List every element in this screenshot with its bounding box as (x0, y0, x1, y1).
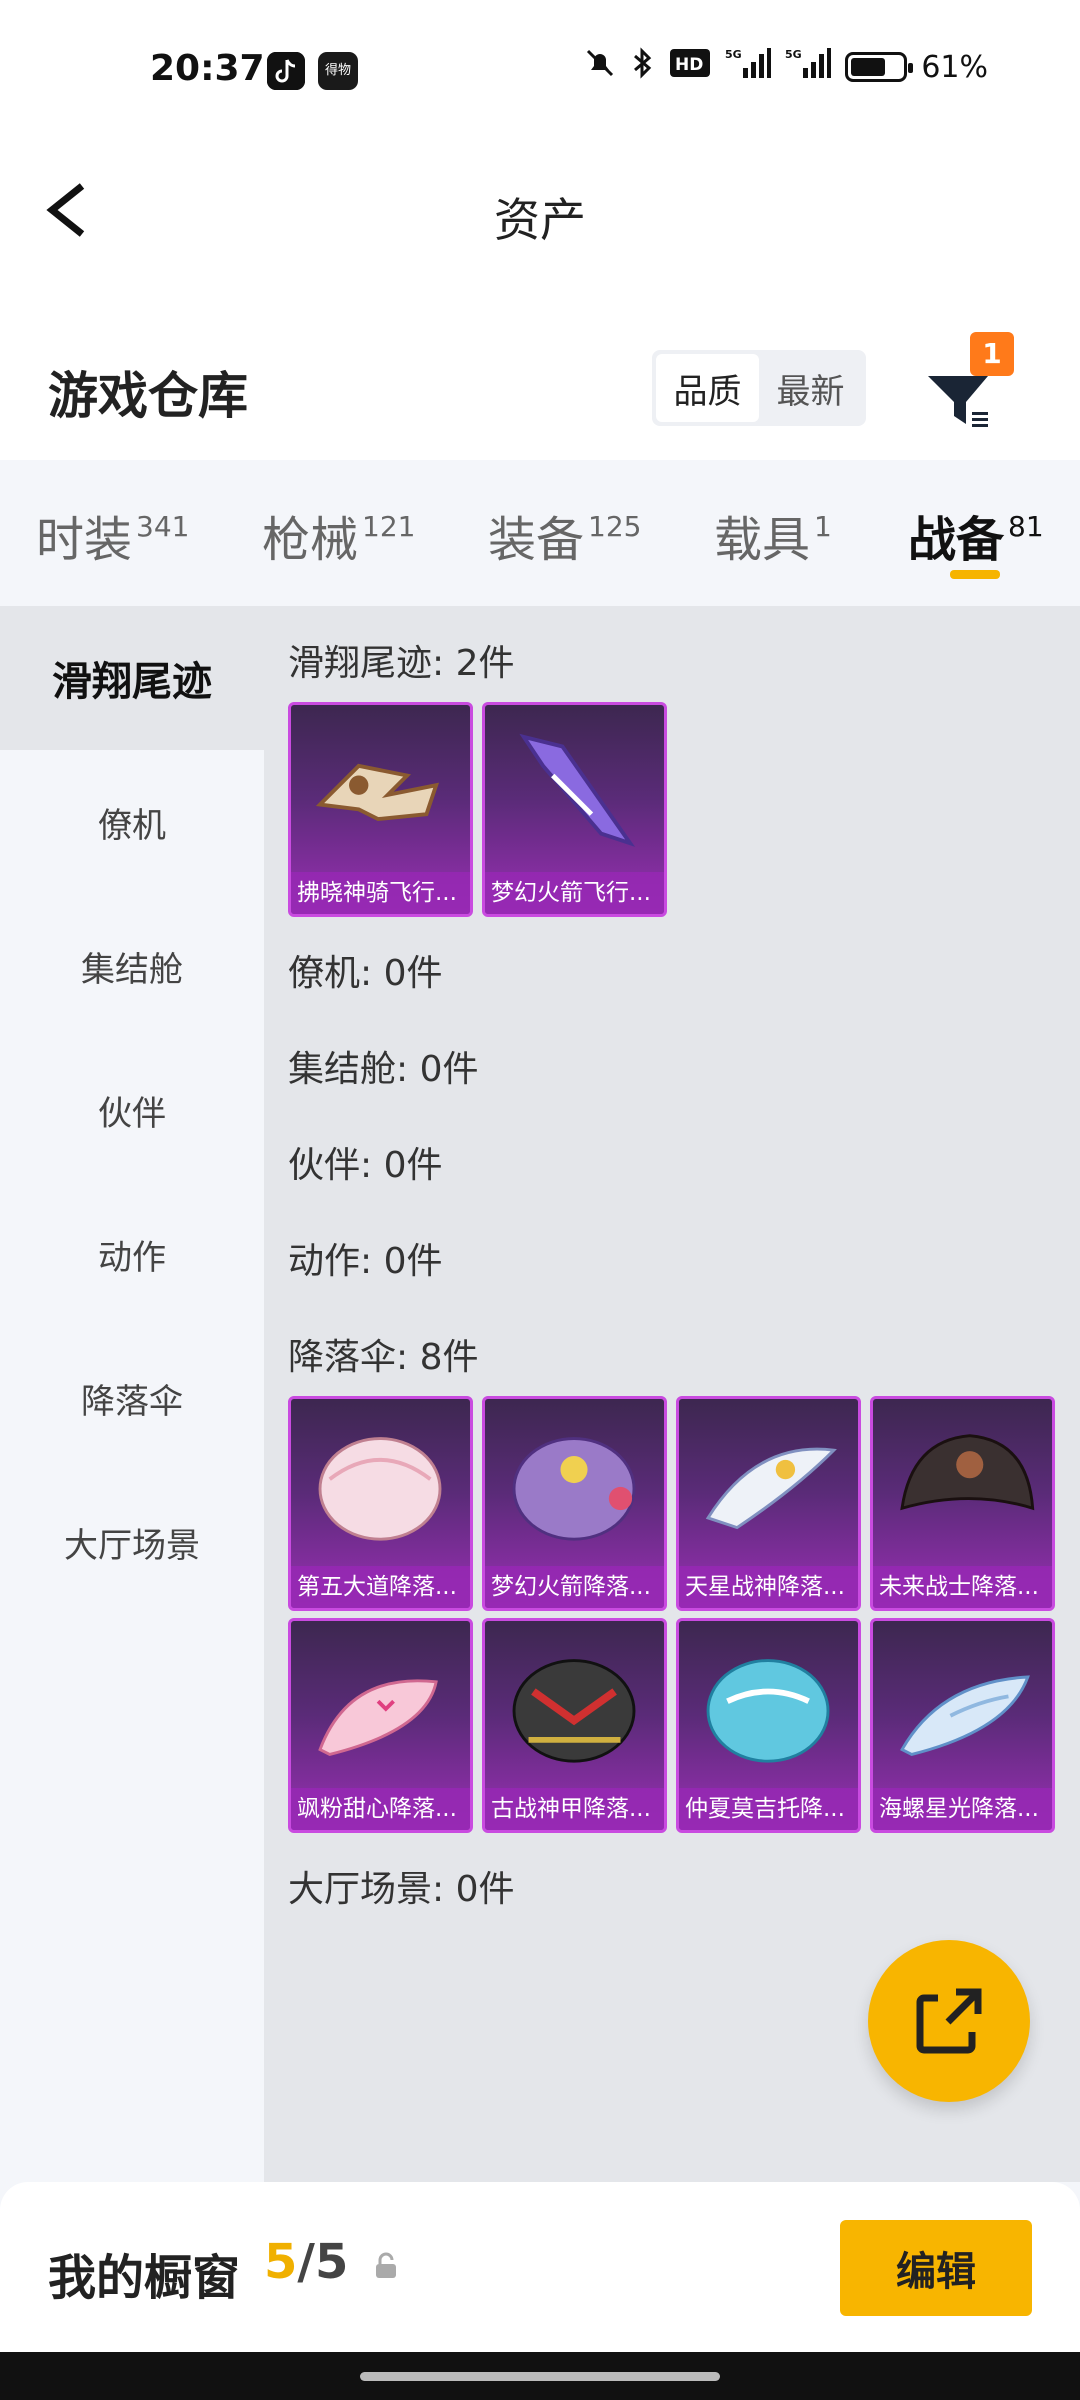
item-name: 海螺星光降落... (873, 1788, 1052, 1830)
section-title: 集结舱: 0件 (288, 1049, 479, 1090)
tab-count: 121 (362, 510, 416, 543)
warehouse-header: 游戏仓库 品质 最新 1 (0, 320, 1080, 460)
tab-label: 枪械 (262, 512, 359, 568)
item-card[interactable]: 梦幻火箭飞行... (482, 702, 667, 917)
item-name: 第五大道降落... (291, 1566, 470, 1608)
item-image (705, 1447, 837, 1530)
showcase-bar: 我的橱窗 5/5 编辑 (0, 2182, 1080, 2352)
page-title: 资产 (494, 193, 586, 247)
active-tab-indicator (950, 570, 1000, 579)
tab-count: 341 (136, 510, 190, 543)
item-card[interactable]: 飒粉甜心降落... (288, 1618, 473, 1833)
sort-newest-button[interactable]: 最新 (759, 354, 862, 422)
sidebar-item-pod[interactable]: 集结舱 (0, 894, 264, 1038)
item-card[interactable]: 拂晓神骑飞行... (288, 702, 473, 917)
header: 资产 (0, 140, 1080, 320)
showcase-separator: / (297, 2234, 315, 2290)
item-card[interactable]: 第五大道降落... (288, 1396, 473, 1611)
item-card[interactable]: 梦幻火箭降落... (482, 1396, 667, 1611)
category-tabs: 时装 341 枪械 121 装备 125 载具 1 战备 81 (0, 460, 1080, 606)
tab-label: 战备 (908, 512, 1005, 568)
item-card[interactable]: 仲夏莫吉托降... (676, 1618, 861, 1833)
section-title: 动作: 0件 (288, 1241, 443, 1282)
tiktok-icon (267, 52, 305, 90)
item-name: 古战神甲降落... (485, 1788, 664, 1830)
filter-count-badge: 1 (970, 332, 1014, 376)
item-image (512, 1437, 636, 1541)
tab-count: 1 (814, 510, 832, 543)
sidebar-item-parachute[interactable]: 降落伞 (0, 1326, 264, 1470)
item-name: 仲夏莫吉托降... (679, 1788, 858, 1830)
item-card[interactable]: 未来战士降落... (870, 1396, 1055, 1611)
lock-icon (372, 2252, 400, 2280)
warehouse-title: 游戏仓库 (48, 367, 248, 425)
5g-signal-icon: 5G (725, 46, 772, 88)
share-icon (916, 1988, 982, 2054)
hd-icon: HD (669, 48, 711, 86)
tab-label: 载具 (714, 512, 811, 568)
battery-percent: 61% (921, 49, 988, 85)
item-name: 拂晓神骑飞行... (291, 872, 470, 914)
item-name: 未来战士降落... (873, 1566, 1052, 1608)
tab-fashion[interactable]: 时装 341 (36, 500, 189, 570)
bluetooth-icon (631, 46, 655, 88)
item-name: 梦幻火箭降落... (485, 1566, 664, 1608)
5g-signal-icon: 5G (785, 46, 832, 88)
app-icon: 得物 (318, 52, 358, 90)
edit-button[interactable]: 编辑 (840, 2220, 1032, 2316)
tab-label: 装备 (488, 512, 585, 568)
sort-quality-button[interactable]: 品质 (656, 354, 759, 422)
tab-equipment[interactable]: 装备 125 (488, 500, 641, 570)
item-card[interactable]: 海螺星光降落... (870, 1618, 1055, 1833)
item-image (900, 1675, 1030, 1756)
showcase-count: 5/5 (264, 2234, 348, 2290)
tab-firearms[interactable]: 枪械 121 (262, 500, 415, 570)
tab-count: 81 (1008, 510, 1044, 543)
showcase-current: 5 (264, 2234, 298, 2290)
sidebar-item-action[interactable]: 动作 (0, 1182, 264, 1326)
item-image (318, 1437, 442, 1541)
item-image (512, 1659, 636, 1763)
navigation-gesture-area (0, 2352, 1080, 2400)
section-title: 僚机: 0件 (288, 953, 443, 994)
item-card[interactable]: 古战神甲降落... (482, 1618, 667, 1833)
item-name: 梦幻火箭飞行... (485, 872, 664, 914)
status-icons: HD 5G 5G 61% (583, 46, 988, 88)
showcase-label: 我的橱窗 (48, 2250, 241, 2306)
svg-text:5G: 5G (785, 48, 802, 61)
section-title: 伙伴: 0件 (288, 1145, 443, 1186)
sidebar-item-lobby[interactable]: 大厅场景 (0, 1470, 264, 1614)
showcase-total: 5 (314, 2234, 349, 2290)
item-image (519, 733, 636, 847)
mute-icon (583, 46, 617, 88)
item-image (318, 1679, 438, 1756)
sidebar: 滑翔尾迹 僚机 集结舱 伙伴 动作 降落伞 大厅场景 (0, 606, 264, 2182)
section-title: 大厅场景: 0件 (288, 1869, 515, 1910)
item-card[interactable]: 天星战神降落... (676, 1396, 861, 1611)
tab-count: 125 (588, 510, 642, 543)
item-image (900, 1434, 1035, 1511)
tab-vehicles[interactable]: 载具 1 (714, 500, 832, 570)
item-image (706, 1659, 830, 1763)
svg-text:5G: 5G (725, 48, 742, 61)
sidebar-item-wingman[interactable]: 僚机 (0, 750, 264, 894)
sort-toggle: 品质 最新 (652, 350, 866, 426)
sidebar-item-partner[interactable]: 伙伴 (0, 1038, 264, 1182)
svg-text:HD: HD (675, 55, 703, 75)
status-time: 20:37 (150, 48, 265, 89)
sidebar-item-glide-trail[interactable]: 滑翔尾迹 (0, 606, 264, 750)
battery-icon (845, 52, 914, 82)
section-title: 降落伞: 8件 (288, 1337, 479, 1378)
tab-label: 时装 (36, 512, 133, 568)
status-bar: 20:37 得物 HD 5G 5G 61% (0, 0, 1080, 140)
share-button[interactable] (868, 1940, 1030, 2102)
section-title: 滑翔尾迹: 2件 (288, 643, 515, 684)
gesture-handle[interactable] (360, 2372, 720, 2381)
item-name: 天星战神降落... (679, 1566, 858, 1608)
tab-combat-prep[interactable]: 战备 81 (908, 500, 1044, 570)
item-name: 飒粉甜心降落... (291, 1788, 470, 1830)
item-image (315, 763, 440, 822)
